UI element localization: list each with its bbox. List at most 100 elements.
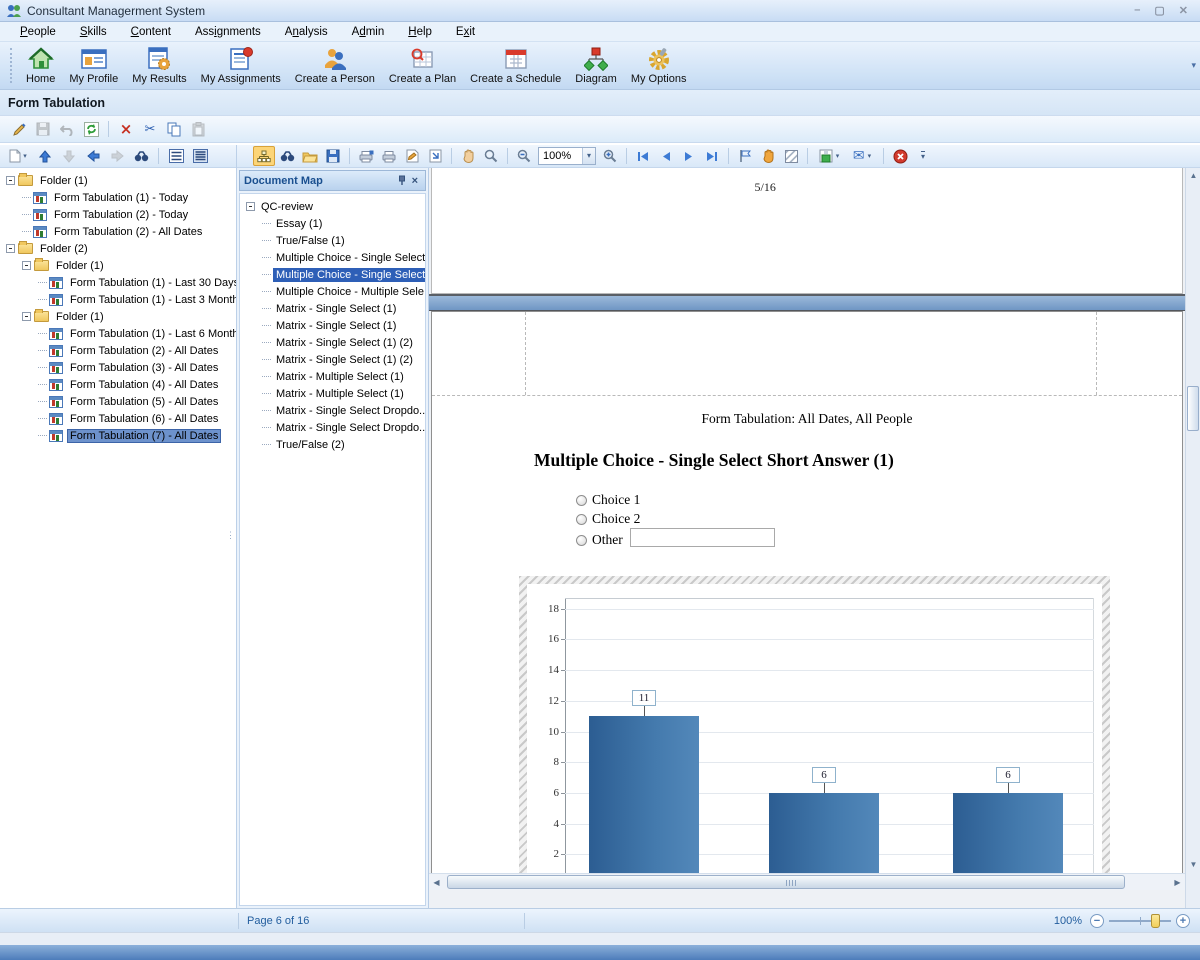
menu-item-help[interactable]: Help: [396, 24, 444, 40]
last-page-button[interactable]: [701, 146, 723, 166]
stop-button[interactable]: [889, 146, 911, 166]
zoom-slider-thumb[interactable]: [1151, 914, 1160, 928]
vertical-scrollbar[interactable]: ▲ ▼: [1185, 168, 1200, 908]
paste-button[interactable]: [187, 119, 209, 139]
tree-item-label[interactable]: Folder (1): [53, 259, 107, 273]
move-right-button[interactable]: [106, 146, 128, 166]
my-assignments-button[interactable]: My Assignments: [194, 42, 288, 89]
my-results-button[interactable]: My Results: [125, 42, 193, 89]
collapse-icon[interactable]: [6, 244, 15, 253]
chevron-down-icon[interactable]: ▾: [582, 148, 595, 164]
tree-item[interactable]: Form Tabulation (1) - Today: [0, 189, 236, 206]
tree-item-label[interactable]: Matrix - Single Select (1) (2): [273, 353, 416, 367]
tree-item-label[interactable]: Form Tabulation (5) - All Dates: [67, 395, 221, 409]
tree-item[interactable]: Form Tabulation (4) - All Dates: [0, 376, 236, 393]
scroll-down-icon[interactable]: ▼: [1186, 857, 1200, 872]
chart-selection-frame[interactable]: 0246810121416181166: [519, 576, 1110, 873]
document-map-toggle-button[interactable]: [253, 146, 275, 166]
create-a-schedule-button[interactable]: Create a Schedule: [463, 42, 568, 89]
tree-item[interactable]: Matrix - Single Select (1): [240, 300, 425, 317]
tree-item-label[interactable]: Form Tabulation (7) - All Dates: [67, 429, 221, 443]
create-a-person-button[interactable]: Create a Person: [288, 42, 382, 89]
refresh-button[interactable]: [80, 119, 102, 139]
tree-item-label[interactable]: Form Tabulation (1) - Last 6 Months: [67, 327, 236, 341]
menu-item-content[interactable]: Content: [119, 24, 183, 40]
tree-item-label[interactable]: Folder (1): [37, 174, 91, 188]
email-button[interactable]: ✉▾: [846, 146, 878, 166]
tree-item-label[interactable]: Form Tabulation (6) - All Dates: [67, 412, 221, 426]
close-button[interactable]: ✕: [1179, 4, 1188, 17]
move-left-button[interactable]: [82, 146, 104, 166]
tree-item[interactable]: Form Tabulation (7) - All Dates: [0, 427, 236, 444]
other-text-input[interactable]: [630, 528, 775, 547]
home-button[interactable]: Home: [19, 42, 62, 89]
tree-item-label[interactable]: Form Tabulation (4) - All Dates: [67, 378, 221, 392]
tree-item-label[interactable]: Matrix - Multiple Select (1): [273, 387, 407, 401]
tree-item[interactable]: Multiple Choice - Multiple Sele...: [240, 283, 425, 300]
list-view-button[interactable]: [165, 146, 187, 166]
copy-button[interactable]: [163, 119, 185, 139]
tree-item-label[interactable]: Form Tabulation (2) - All Dates: [51, 225, 205, 239]
tree-item-label[interactable]: Essay (1): [273, 217, 325, 231]
close-panel-icon[interactable]: ×: [409, 175, 421, 187]
tree-item-label[interactable]: True/False (2): [273, 438, 348, 452]
tree-item[interactable]: Matrix - Multiple Select (1): [240, 368, 425, 385]
my-profile-button[interactable]: My Profile: [62, 42, 125, 89]
print-button[interactable]: [378, 146, 400, 166]
delete-button[interactable]: ×: [115, 119, 137, 139]
tree-item[interactable]: True/False (1): [240, 232, 425, 249]
menu-item-assignments[interactable]: Assignments: [183, 24, 273, 40]
tree-item-label[interactable]: Matrix - Single Select (1): [273, 319, 399, 333]
vertical-scroll-thumb[interactable]: [1187, 386, 1199, 431]
tree-item[interactable]: Matrix - Single Select Dropdo...: [240, 419, 425, 436]
tree-item-label[interactable]: Multiple Choice - Multiple Sele...: [273, 285, 426, 299]
tree-item[interactable]: True/False (2): [240, 436, 425, 453]
collapse-icon[interactable]: [6, 176, 15, 185]
first-page-button[interactable]: [632, 146, 654, 166]
radio-icon[interactable]: [576, 514, 587, 525]
tree-item-label[interactable]: Matrix - Single Select (1) (2): [273, 336, 416, 350]
tree-item[interactable]: Form Tabulation (3) - All Dates: [0, 359, 236, 376]
find-button[interactable]: [130, 146, 152, 166]
save-button[interactable]: [32, 119, 54, 139]
radio-icon[interactable]: [576, 535, 587, 546]
collapse-icon[interactable]: [246, 202, 255, 211]
highlight-hand-button[interactable]: [757, 146, 779, 166]
tree-item-label[interactable]: Form Tabulation (3) - All Dates: [67, 361, 221, 375]
splitter-handle[interactable]: ⋮: [226, 533, 235, 537]
tree-item[interactable]: Matrix - Single Select (1): [240, 317, 425, 334]
zoom-in-icon[interactable]: +: [1176, 914, 1190, 928]
zoom-out-icon[interactable]: −: [1090, 914, 1104, 928]
tree-item-label[interactable]: Multiple Choice - Single Select...: [273, 251, 426, 265]
collapse-icon[interactable]: [22, 312, 31, 321]
zoom-out-button[interactable]: [513, 146, 535, 166]
tree-item-label[interactable]: Form Tabulation (1) - Last 30 Days: [67, 276, 236, 290]
tree-item[interactable]: Matrix - Single Select Dropdo...: [240, 402, 425, 419]
scroll-up-icon[interactable]: ▲: [1186, 168, 1200, 183]
scroll-left-icon[interactable]: ◀: [429, 875, 444, 890]
horizontal-scroll-thumb[interactable]: [447, 875, 1125, 889]
page-size-button[interactable]: [424, 146, 446, 166]
tree-item[interactable]: Form Tabulation (1) - Last 6 Months: [0, 325, 236, 342]
detail-view-button[interactable]: [189, 146, 211, 166]
tree-item[interactable]: Matrix - Single Select (1) (2): [240, 351, 425, 368]
undo-button[interactable]: [56, 119, 78, 139]
tree-item[interactable]: Form Tabulation (1) - Last 3 Months: [0, 291, 236, 308]
tree-item-label[interactable]: Matrix - Single Select Dropdo...: [273, 404, 426, 418]
menu-item-analysis[interactable]: Analysis: [273, 24, 340, 40]
minimize-button[interactable]: –: [1134, 4, 1140, 17]
viewer-find-button[interactable]: [276, 146, 298, 166]
tree-item-label[interactable]: Folder (2): [37, 242, 91, 256]
tree-item[interactable]: Form Tabulation (2) - Today: [0, 206, 236, 223]
tree-item-label[interactable]: Form Tabulation (1) - Today: [51, 191, 191, 205]
tree-item-label[interactable]: Multiple Choice - Single Select...: [273, 268, 426, 282]
tree-item[interactable]: Multiple Choice - Single Select...: [240, 249, 425, 266]
tree-folder[interactable]: Folder (1): [0, 308, 236, 325]
menu-item-people[interactable]: People: [8, 24, 68, 40]
tree-item[interactable]: Form Tabulation (2) - All Dates: [0, 342, 236, 359]
move-up-button[interactable]: [34, 146, 56, 166]
horizontal-scrollbar[interactable]: ◀ ▶: [429, 873, 1185, 890]
tree-item[interactable]: QC-review: [240, 198, 425, 215]
tree-item[interactable]: Form Tabulation (5) - All Dates: [0, 393, 236, 410]
pin-icon[interactable]: [395, 175, 409, 186]
